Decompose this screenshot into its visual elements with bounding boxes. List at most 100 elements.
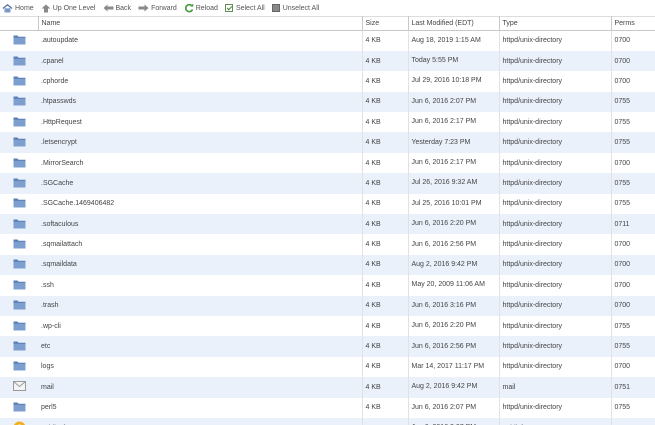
table-row[interactable]: .htpasswds 4 KB Jun 6, 2016 2:07 PM httpd/u…: [0, 91, 655, 113]
table-row[interactable]: .softaculous 4 KB Jun 6, 2016 2:20 PM httpd…: [0, 214, 655, 235]
file-perms: 0711: [611, 214, 655, 235]
file-modified: Jun 6, 2016 2:56 PM: [408, 336, 500, 357]
table-row[interactable]: .ssh 4 KB May 20, 2009 11:06 AM httpd/unix-…: [0, 275, 655, 296]
select-all-label: Select All: [235, 4, 265, 12]
file-name[interactable]: etc: [38, 336, 363, 357]
file-name[interactable]: .autoupdate: [38, 30, 363, 51]
file-name[interactable]: .cphorde: [38, 71, 363, 92]
file-modified: May 20, 2009 11:06 AM: [408, 275, 500, 296]
row-icon-cell: [0, 377, 38, 398]
folder-icon: [13, 178, 26, 190]
table-row[interactable]: .sqmailattach 4 KB Jun 6, 2016 2:56 PM http…: [0, 234, 655, 255]
file-size: 4 KB: [362, 91, 409, 113]
file-name[interactable]: logs: [38, 356, 363, 378]
modified-column-header[interactable]: Last Modified (EDT): [408, 16, 500, 31]
file-name[interactable]: .trash: [38, 295, 363, 316]
file-perms: 0751: [611, 377, 655, 398]
back-button[interactable]: Back: [103, 4, 131, 12]
toolbar: Home Up One Level Back Forward Reload Se…: [0, 0, 655, 16]
file-type: httpd/unix-directory: [499, 71, 612, 92]
row-icon-cell: [0, 71, 38, 91]
file-perms: 0700: [611, 275, 655, 296]
table-row[interactable]: mail 4 KB Aug 2, 2016 9:42 PM mail 0751: [0, 377, 655, 398]
row-icon-cell: [0, 336, 38, 357]
table-row[interactable]: .trash 4 KB Jun 6, 2016 3:16 PM httpd/unix-…: [0, 295, 655, 316]
table-row[interactable]: .HttpRequest 4 KB Jun 6, 2016 2:17 PM httpd…: [0, 112, 655, 133]
file-name[interactable]: public_ftp: [38, 417, 363, 425]
file-perms: 0755: [611, 315, 655, 337]
table-row[interactable]: .SGCache 4 KB Jul 26, 2016 9:32 AM httpd/un…: [0, 173, 655, 194]
type-column-header[interactable]: Type: [499, 16, 612, 31]
table-row[interactable]: logs 4 KB Mar 14, 2017 11:17 PM httpd/unix-…: [0, 356, 655, 378]
file-table: Name Size Last Modified (EDT) Type Perms…: [0, 16, 655, 425]
table-row[interactable]: .sqmaildata 4 KB Aug 2, 2016 9:42 PM httpd/…: [0, 254, 655, 276]
select-all-button[interactable]: Select All: [224, 4, 265, 12]
file-modified: Aug 2, 2016 9:42 PM: [408, 377, 500, 398]
reload-button[interactable]: Reload: [184, 3, 218, 13]
file-type: httpd/unix-directory: [499, 397, 612, 418]
file-type: publicftp: [499, 417, 612, 425]
file-modified: Jun 6, 2016 2:07 PM: [408, 417, 500, 425]
file-type: httpd/unix-directory: [499, 112, 612, 133]
file-type: httpd/unix-directory: [499, 193, 612, 215]
icon-column-header: [0, 16, 39, 31]
file-name[interactable]: .SGCache.1469406482: [38, 193, 363, 215]
file-name[interactable]: .softaculous: [38, 214, 363, 235]
file-name[interactable]: .HttpRequest: [38, 112, 363, 133]
size-column-header[interactable]: Size: [362, 16, 409, 31]
file-modified: Jul 29, 2016 10:18 PM: [408, 71, 500, 92]
table-row[interactable]: .wp-cli 4 KB Jun 6, 2016 2:20 PM httpd/unix…: [0, 315, 655, 337]
table-row[interactable]: .cphorde 4 KB Jul 29, 2016 10:18 PM httpd/u…: [0, 71, 655, 92]
folder-icon: [13, 239, 26, 251]
file-perms: 0700: [611, 71, 655, 92]
file-type: httpd/unix-directory: [499, 91, 612, 113]
table-row[interactable]: .SGCache.1469406482 4 KB Jul 25, 2016 10:0…: [0, 193, 655, 215]
folder-icon: [13, 219, 26, 231]
file-type: httpd/unix-directory: [499, 132, 612, 153]
file-name[interactable]: .htpasswds: [38, 91, 363, 113]
file-name[interactable]: .MirrorSearch: [38, 152, 363, 174]
file-type: httpd/unix-directory: [499, 234, 612, 255]
file-perms: 0700: [611, 234, 655, 255]
row-icon-cell: [0, 316, 38, 336]
file-name[interactable]: .ssh: [38, 275, 363, 296]
table-row[interactable]: perl5 4 KB Jun 6, 2016 2:07 PM httpd/unix-d…: [0, 397, 655, 418]
file-size: 4 KB: [362, 254, 409, 276]
file-name[interactable]: .sqmailattach: [38, 234, 363, 255]
file-name[interactable]: .SGCache: [38, 173, 363, 194]
perms-column-header[interactable]: Perms: [611, 16, 655, 31]
file-name[interactable]: perl5: [38, 397, 363, 418]
file-modified: Mar 14, 2017 11:17 PM: [408, 356, 500, 378]
file-size: 4 KB: [362, 234, 409, 255]
reload-label: Reload: [195, 4, 218, 12]
file-name[interactable]: .cpanel: [38, 50, 363, 72]
table-row[interactable]: .letsencrypt 4 KB Yesterday 7:23 PM httpd/u…: [0, 132, 655, 153]
folder-icon: [13, 117, 26, 129]
name-column-header[interactable]: Name: [38, 16, 363, 31]
file-name[interactable]: .sqmaildata: [38, 254, 363, 276]
forward-button[interactable]: Forward: [138, 4, 177, 12]
table-row[interactable]: public_ftp4 KBJun 6, 2016 2:07 PMpublicf…: [0, 417, 655, 425]
file-name[interactable]: mail: [38, 377, 363, 398]
file-type: httpd/unix-directory: [499, 336, 612, 357]
table-row[interactable]: etc 4 KB Jun 6, 2016 2:56 PM httpd/unix-dir…: [0, 336, 655, 357]
row-icon-cell: [0, 398, 38, 418]
home-button[interactable]: Home: [2, 3, 34, 13]
up-one-level-button[interactable]: Up One Level: [41, 4, 96, 13]
file-modified: Aug 2, 2016 9:42 PM: [408, 254, 500, 276]
file-size: 4 KB: [362, 173, 409, 194]
table-row[interactable]: .cpanel 4 KB Today 5:55 PM httpd/unix-direc…: [0, 50, 655, 72]
file-name[interactable]: .wp-cli: [38, 315, 363, 337]
table-row[interactable]: .autoupdate 4 KB Aug 18, 2019 1:15 AM httpd…: [0, 30, 655, 51]
table-header-row: Name Size Last Modified (EDT) Type Perms: [0, 16, 655, 31]
file-name[interactable]: .letsencrypt: [38, 132, 363, 153]
unselect-all-button[interactable]: Unselect All: [271, 4, 319, 12]
file-modified: Jun 6, 2016 2:56 PM: [408, 234, 500, 255]
file-type: httpd/unix-directory: [499, 295, 612, 316]
table-row[interactable]: .MirrorSearch 4 KB Jun 6, 2016 2:17 PM http…: [0, 152, 655, 174]
file-modified: Aug 18, 2019 1:15 AM: [408, 30, 500, 51]
file-size: 4 KB: [362, 295, 409, 316]
folder-icon: [13, 96, 26, 108]
file-modified: Jun 6, 2016 3:16 PM: [408, 295, 500, 316]
file-perms: 0755: [611, 193, 655, 215]
